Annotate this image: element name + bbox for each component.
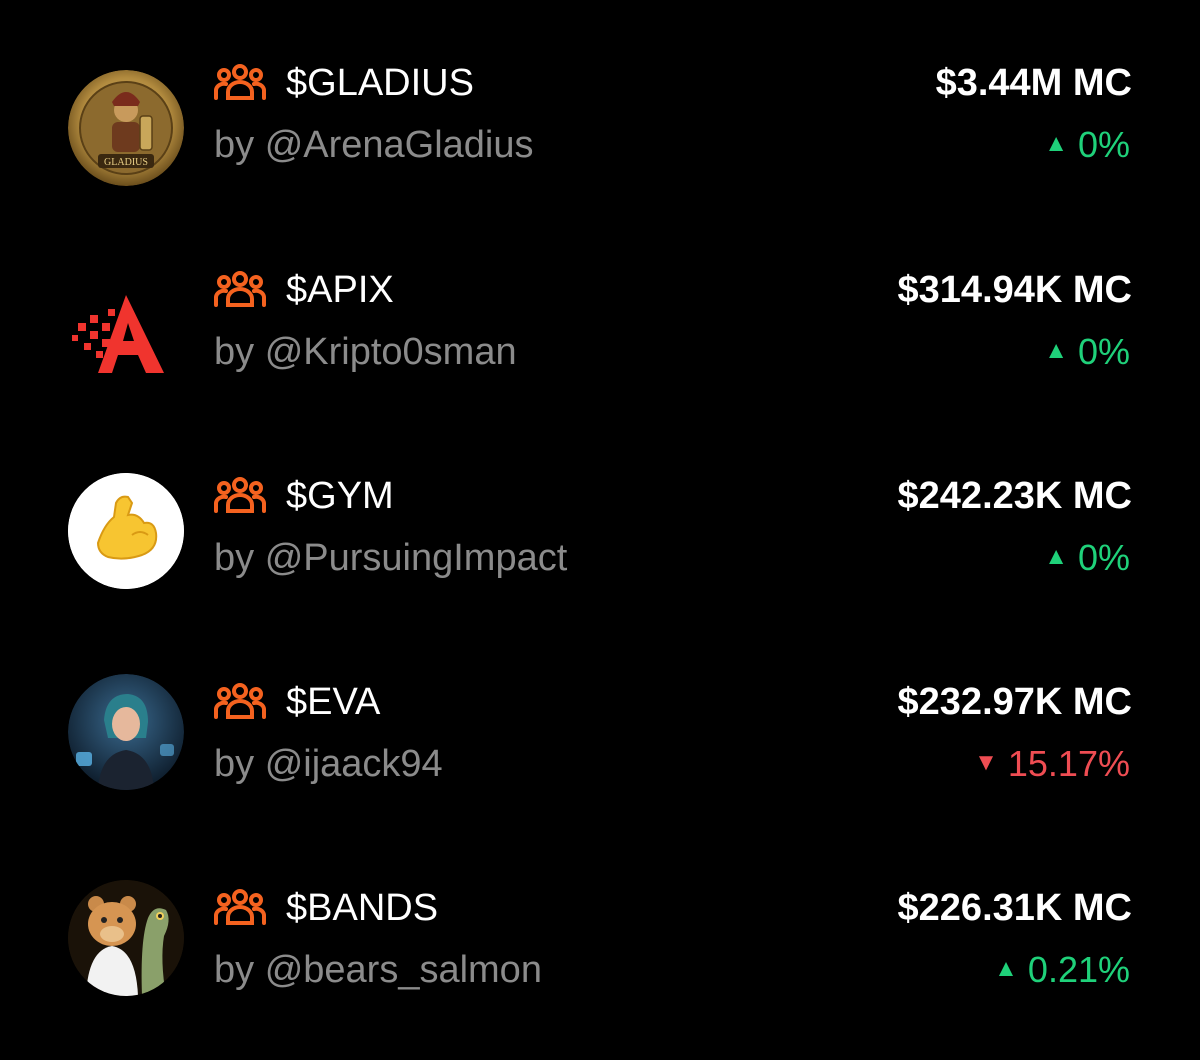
token-row-apix[interactable]: $APIX by @Kripto0sman $314.94K MC ▲ 0%: [0, 262, 1200, 412]
token-ticker: $BANDS: [286, 887, 439, 929]
price-change: ▲ 0.21%: [994, 947, 1130, 995]
token-creator-link[interactable]: by @ijaack94: [214, 741, 443, 787]
market-cap: $232.97K MC: [897, 681, 1132, 723]
price-change-value: 0.21%: [1027, 949, 1130, 990]
token-ticker: $GLADIUS: [286, 62, 474, 104]
price-change-value: 15.17%: [1007, 743, 1130, 784]
price-change: ▲ 0%: [1044, 122, 1130, 170]
arrow-up-icon: ▲: [1044, 130, 1068, 158]
price-change: ▲ 0%: [1044, 535, 1130, 583]
gladius-coin-icon: GLADIUS: [68, 70, 184, 186]
price-change-value: 0%: [1077, 537, 1130, 578]
price-change: ▼ 15.17%: [974, 741, 1130, 789]
bear-and-salmon-icon: [68, 880, 184, 996]
price-change-value: 0%: [1077, 124, 1130, 165]
token-ticker: $EVA: [286, 681, 381, 723]
arrow-down-icon: ▼: [974, 749, 998, 777]
arrow-up-icon: ▲: [1044, 543, 1068, 571]
community-icon: [214, 477, 266, 513]
community-icon: [214, 889, 266, 925]
token-row-bands[interactable]: $BANDS by @bears_salmon $226.31K MC ▲ 0.2…: [0, 880, 1200, 1030]
token-creator-link[interactable]: by @ArenaGladius: [214, 122, 534, 168]
market-cap: $3.44M MC: [935, 62, 1132, 104]
token-row-gym[interactable]: $GYM by @PursuingImpact $242.23K MC ▲ 0%: [0, 468, 1200, 618]
community-icon: [214, 683, 266, 719]
price-change-value: 0%: [1077, 331, 1130, 372]
token-row-eva[interactable]: $EVA by @ijaack94 $232.97K MC ▼ 15.17%: [0, 674, 1200, 824]
flexed-biceps-icon: [68, 473, 184, 589]
arrow-up-icon: ▲: [1044, 337, 1068, 365]
market-cap: $226.31K MC: [897, 887, 1132, 929]
svg-text:GLADIUS: GLADIUS: [104, 157, 148, 168]
token-ticker: $APIX: [286, 269, 394, 311]
token-list-screen: GLADIUS $GLADIUS by @ArenaGladius $3.44M…: [0, 0, 1200, 1060]
apix-letter-a-icon: [68, 277, 184, 393]
token-row-gladius[interactable]: GLADIUS $GLADIUS by @ArenaGladius $3.44M…: [0, 55, 1200, 205]
community-icon: [214, 271, 266, 307]
community-icon: [214, 64, 266, 100]
market-cap: $242.23K MC: [897, 475, 1132, 517]
token-creator-link[interactable]: by @bears_salmon: [214, 947, 542, 993]
market-cap: $314.94K MC: [897, 269, 1132, 311]
token-creator-link[interactable]: by @Kripto0sman: [214, 329, 517, 375]
price-change: ▲ 0%: [1044, 329, 1130, 377]
eva-character-icon: [68, 674, 184, 790]
token-ticker: $GYM: [286, 475, 394, 517]
token-creator-link[interactable]: by @PursuingImpact: [214, 535, 567, 581]
arrow-up-icon: ▲: [994, 955, 1018, 983]
